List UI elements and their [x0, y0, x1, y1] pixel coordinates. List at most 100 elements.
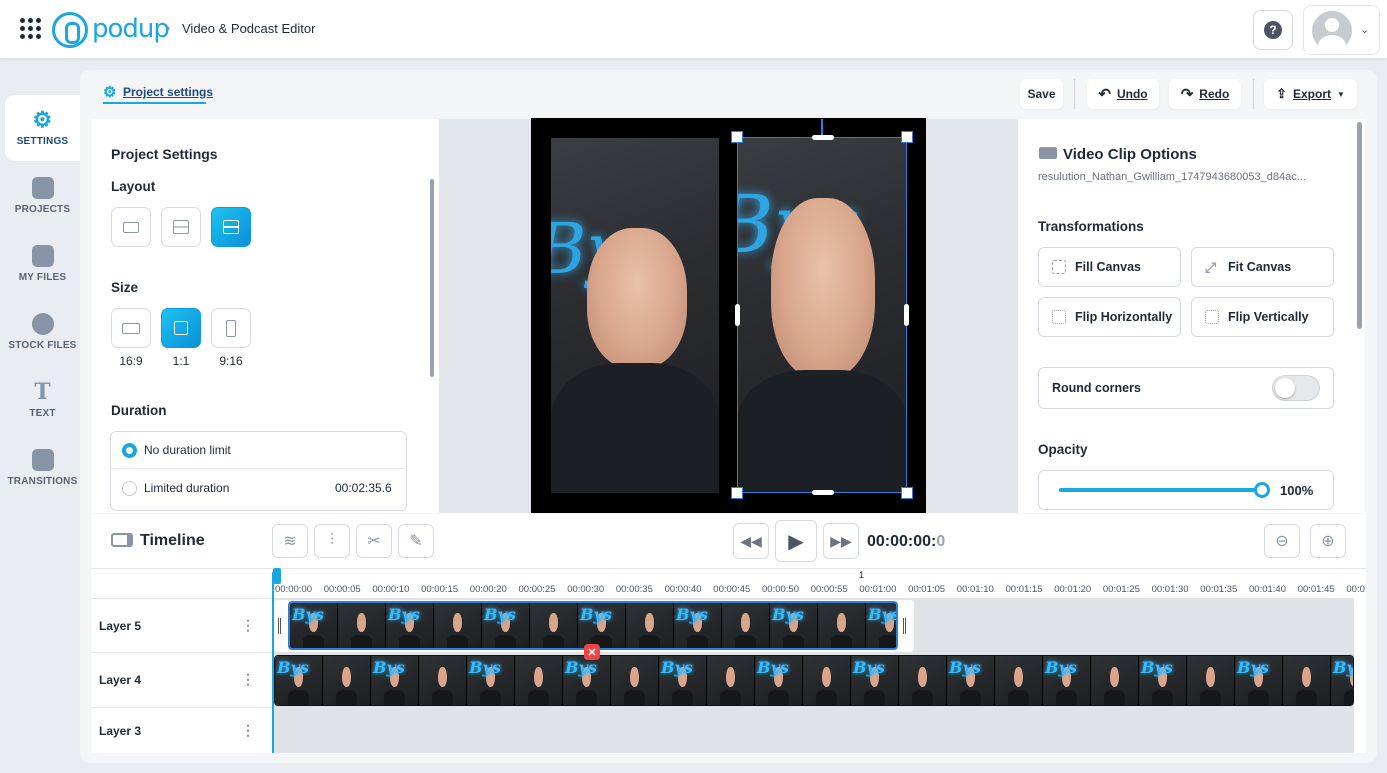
size-1-1-button[interactable]	[161, 308, 201, 348]
neon-text: Bys	[373, 658, 405, 677]
flip-vertical-icon	[1205, 310, 1219, 324]
resize-handle-right[interactable]	[904, 304, 909, 326]
clip-thumbnail: Bys	[371, 656, 419, 705]
size-16-9-button[interactable]	[111, 308, 151, 348]
limited-radio[interactable]	[122, 481, 137, 496]
save-button[interactable]: Save	[1020, 79, 1063, 109]
clip-thumbnail	[995, 656, 1043, 705]
ruler-tick: 00:01:15	[1005, 584, 1043, 595]
layer-label[interactable]: Layer 5 ⋮	[91, 598, 272, 652]
resize-handle-br[interactable]	[901, 487, 913, 499]
sidebar-item-label: STOCK FILES	[8, 340, 77, 351]
help-button[interactable]: ?	[1253, 10, 1293, 50]
opacity-slider-track[interactable]	[1059, 488, 1261, 492]
avatar	[1312, 11, 1352, 51]
forward-button[interactable]: ▶▶	[823, 523, 859, 559]
ruler-tick: 00:01:10	[956, 584, 994, 595]
fit-canvas-label: Fit Canvas	[1228, 260, 1292, 274]
resize-handle-tr[interactable]	[901, 131, 913, 143]
sidebar-item-projects[interactable]: PROJECTS	[5, 163, 80, 229]
ruler-tick: 00:01:40	[1249, 584, 1286, 595]
rewind-button[interactable]: ◀◀	[733, 523, 769, 559]
ruler-tick: 00:00:30	[567, 584, 605, 595]
logo-text[interactable]: podup	[92, 14, 170, 44]
layer-label[interactable]: Layer 3 ⋮	[91, 707, 272, 753]
selection-box[interactable]	[731, 131, 913, 499]
sidebar-item-label: MY FILES	[18, 272, 67, 283]
neon-text: Bys	[661, 658, 693, 677]
no-limit-radio[interactable]	[122, 443, 137, 458]
fill-canvas-button[interactable]: Fill Canvas	[1038, 247, 1181, 287]
play-button[interactable]: ▶	[775, 520, 817, 562]
layer-label[interactable]: Layer 4 ⋮	[91, 652, 272, 706]
playhead[interactable]	[272, 572, 274, 753]
remove-transition-icon[interactable]: ✕	[584, 644, 600, 660]
redo-label: Redo	[1199, 87, 1230, 101]
clip-thumbnail	[722, 603, 770, 648]
undo-button[interactable]: ↶ Undo	[1087, 79, 1159, 109]
resize-handle-bl[interactable]	[731, 487, 743, 499]
clip-thumbnail: Bys	[851, 656, 899, 705]
resize-handle-bottom[interactable]	[812, 490, 834, 495]
sidebar-item-label: TEXT	[29, 408, 56, 419]
opacity-slider-thumb[interactable]	[1254, 482, 1270, 498]
duration-value[interactable]: 00:02:35.6	[335, 481, 392, 495]
flip-horizontal-label: Flip Horizontally	[1075, 310, 1173, 324]
panel-scrollbar[interactable]	[1357, 122, 1362, 329]
stacked-layout-icon	[223, 220, 239, 234]
rewind-icon: ◀◀	[740, 532, 762, 549]
sidebar-item-settings[interactable]: ⚙ SETTINGS	[5, 95, 80, 161]
more-vertical-icon[interactable]: ⋮	[241, 671, 255, 688]
panel-scrollbar[interactable]	[430, 179, 434, 377]
neon-text: Bys	[853, 658, 885, 677]
timecode: 00:00:00:0	[867, 533, 945, 551]
round-corners-toggle[interactable]	[1272, 375, 1320, 401]
neon-text: Bys	[757, 658, 789, 677]
video-clip-left[interactable]: Bys	[551, 138, 719, 493]
layout-split-button[interactable]	[161, 207, 201, 247]
neon-text: Bys	[469, 658, 501, 677]
fit-canvas-button[interactable]: ⤢ Fit Canvas	[1191, 247, 1334, 287]
clip-thumbnail	[626, 603, 674, 648]
sidebar-item-text[interactable]: T TEXT	[5, 367, 80, 433]
panel-title: Project Settings	[111, 146, 218, 162]
sidebar-item-transitions[interactable]: TRANSITIONS	[5, 435, 80, 501]
account-menu[interactable]: ⌄	[1303, 5, 1380, 55]
single-layout-icon	[123, 221, 139, 233]
edit-button[interactable]: ✎	[398, 524, 434, 558]
layout-single-button[interactable]	[111, 207, 151, 247]
app-grid-icon[interactable]	[20, 18, 41, 39]
expand-icon: ⤢	[1205, 259, 1217, 275]
resize-handle-top[interactable]	[812, 135, 834, 140]
split-button[interactable]: ⫶	[314, 524, 350, 558]
export-button[interactable]: ⇪ Export ▼	[1264, 79, 1357, 109]
layout-stacked-button[interactable]	[211, 207, 251, 247]
clip-thumbnail	[1187, 656, 1235, 705]
size-9-16-button[interactable]	[211, 308, 251, 348]
trim-handle-right[interactable]	[903, 618, 906, 634]
fill-icon	[1052, 260, 1066, 274]
trim-handle-left[interactable]	[278, 618, 281, 634]
clip-thumbnail: Bys	[290, 603, 338, 648]
more-vertical-icon[interactable]: ⋮	[241, 617, 255, 634]
clip-layer5[interactable]: Bys Bys Bys Bys Bys Bys Bys	[288, 601, 898, 650]
sidebar-item-my-files[interactable]: MY FILES	[5, 231, 80, 297]
opacity-heading: Opacity	[1038, 442, 1088, 457]
clip-layer4[interactable]: Bys Bys Bys Bys Bys Bys Bys Bys Bys Bys Bys Bys	[274, 655, 1354, 706]
resize-handle-left[interactable]	[735, 304, 740, 326]
tab-project-settings[interactable]: Project settings	[103, 83, 213, 101]
flip-vertical-button[interactable]: Flip Vertically	[1191, 297, 1334, 337]
layers-button[interactable]: ≋	[272, 524, 308, 558]
zoom-out-button[interactable]: ⊖	[1264, 524, 1300, 558]
cut-button[interactable]: ✂	[356, 524, 392, 558]
zoom-in-button[interactable]: ⊕	[1310, 524, 1346, 558]
more-vertical-icon[interactable]: ⋮	[241, 722, 255, 739]
sidebar-item-stock-files[interactable]: STOCK FILES	[5, 299, 80, 365]
flip-horizontal-button[interactable]: Flip Horizontally	[1038, 297, 1181, 337]
redo-button[interactable]: ↷ Redo	[1169, 79, 1241, 109]
clip-options-panel: Video Clip Options resulution_Nathan_Gwi…	[1018, 119, 1365, 513]
playhead-handle[interactable]	[273, 568, 281, 584]
clip-thumbnail: Bys	[482, 603, 530, 648]
cloud-icon	[31, 313, 54, 335]
resize-handle-tl[interactable]	[731, 131, 743, 143]
